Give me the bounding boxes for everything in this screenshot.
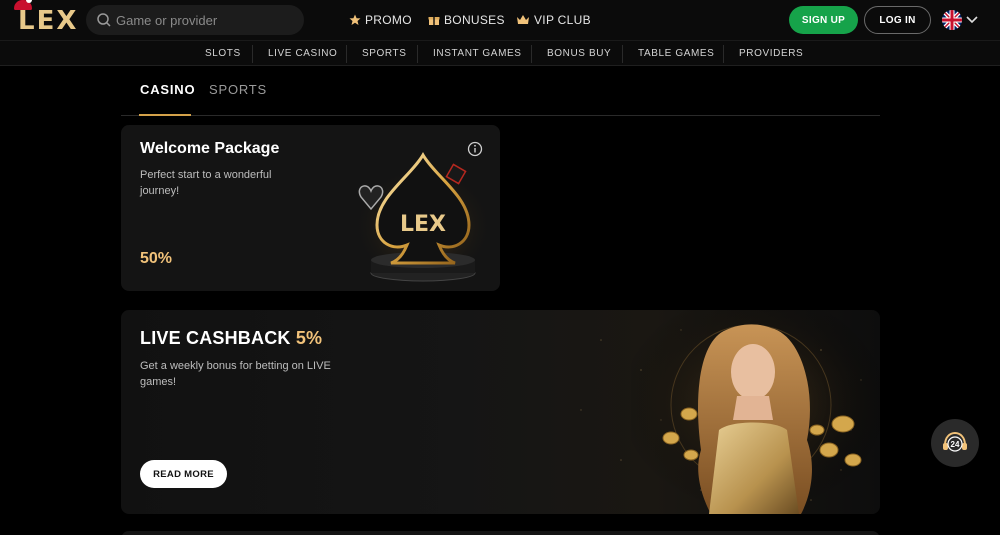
nav-vip-club[interactable]: VIP CLUB: [516, 12, 591, 28]
divider: [252, 45, 253, 63]
welcome-package-card[interactable]: Welcome Package Perfect start to a wonde…: [121, 125, 500, 291]
nav-vip-label: VIP CLUB: [534, 13, 591, 27]
spade-logo-text: LEX: [400, 212, 446, 237]
cashback-subtitle: Get a weekly bonus for betting on LIVE g…: [140, 360, 331, 388]
logo[interactable]: LEX: [18, 6, 78, 36]
search-input[interactable]: [116, 5, 296, 35]
active-tab-indicator: [139, 114, 191, 116]
login-button[interactable]: LOG IN: [864, 6, 931, 34]
top-header: LEX PROMO BONUSES VIP CLUB SIGN UP LOG I…: [0, 0, 1000, 40]
divider: [622, 45, 623, 63]
divider: [346, 45, 347, 63]
support-24-button[interactable]: 24: [931, 419, 979, 467]
star-icon: [349, 14, 361, 25]
cashback-title-percent: 5%: [295, 328, 323, 348]
promo-tabs: CASINO SPORTS: [121, 66, 880, 116]
category-nav: SLOTS LIVE CASINO SPORTS INSTANT GAMES B…: [0, 40, 1000, 66]
headset-icon: 24: [943, 431, 967, 452]
subnav-instant-games[interactable]: INSTANT GAMES: [433, 48, 522, 59]
subnav-bonus-buy[interactable]: BONUS BUY: [547, 48, 611, 59]
tab-casino[interactable]: CASINO: [140, 82, 195, 97]
tab-sports[interactable]: SPORTS: [209, 82, 267, 97]
nav-bonuses-label: BONUSES: [444, 13, 505, 27]
language-selector[interactable]: [942, 9, 984, 31]
signup-button[interactable]: SIGN UP: [789, 6, 858, 34]
search-icon: [97, 13, 111, 27]
subnav-table-games[interactable]: TABLE GAMES: [638, 48, 714, 59]
gift-icon: [428, 17, 440, 25]
subnav-sports[interactable]: SPORTS: [362, 48, 407, 59]
cashback-title: LIVE CASHBACK 5%: [140, 328, 322, 349]
divider: [417, 45, 418, 63]
support-label: 24: [951, 440, 960, 449]
subnav-providers[interactable]: PROVIDERS: [739, 48, 803, 59]
live-cashback-card[interactable]: LIVE CASHBACK 5% Get a weekly bonus for …: [121, 310, 880, 514]
nav-promo-label: PROMO: [365, 13, 412, 27]
subnav-live-casino[interactable]: LIVE CASINO: [268, 48, 337, 59]
read-more-button[interactable]: READ MORE: [140, 460, 227, 488]
nav-bonuses[interactable]: BONUSES: [428, 12, 505, 28]
chevron-down-icon: [966, 16, 978, 24]
lex-spade-trophy-image: LEX: [353, 152, 491, 282]
divider: [723, 45, 724, 63]
next-promo-card[interactable]: [121, 531, 880, 535]
cashback-title-text: LIVE CASHBACK: [140, 328, 291, 348]
woman-gold-dress-image: [631, 310, 880, 514]
divider: [531, 45, 532, 63]
welcome-value: 50%: [140, 250, 173, 267]
search-bar[interactable]: [86, 5, 304, 35]
welcome-title: Welcome Package: [140, 140, 280, 157]
subnav-slots[interactable]: SLOTS: [205, 48, 241, 59]
welcome-subtitle: Perfect start to a wonderful journey!: [140, 169, 272, 197]
crown-icon: [517, 15, 529, 24]
uk-flag-icon: [942, 10, 962, 30]
nav-promo[interactable]: PROMO: [349, 12, 412, 28]
